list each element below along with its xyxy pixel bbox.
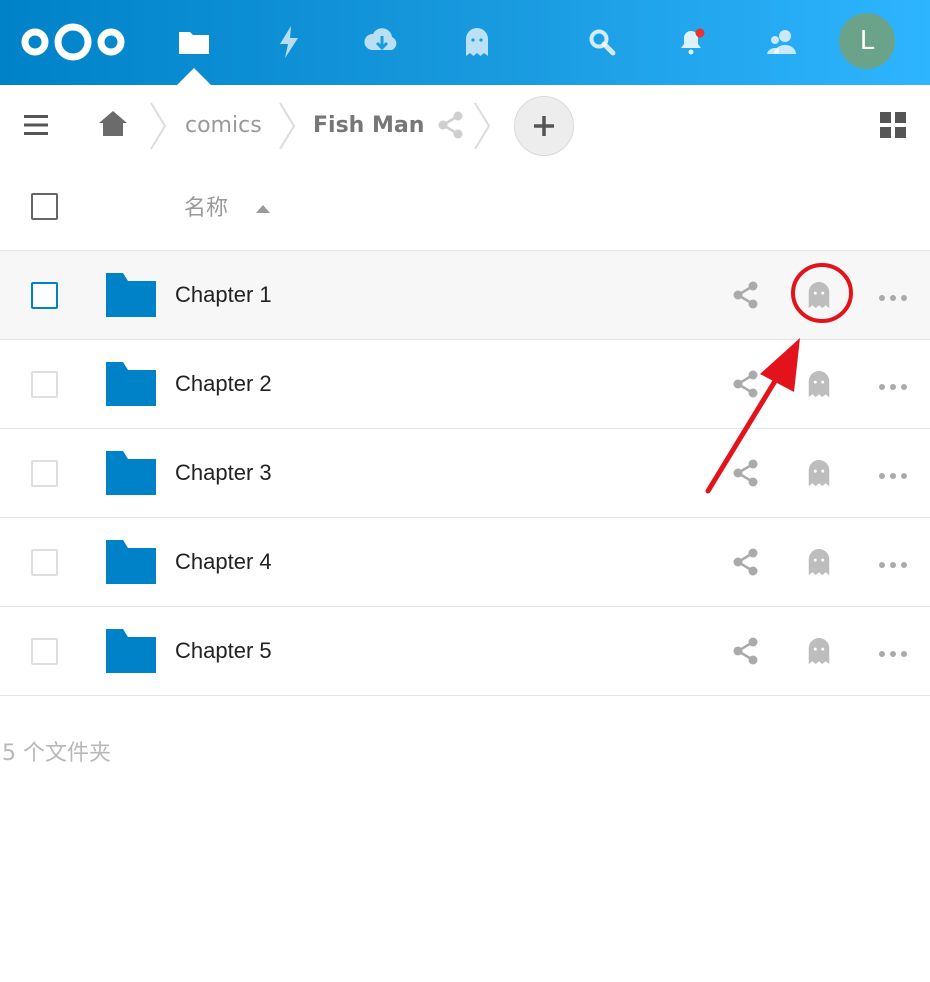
- annotation-circle: [791, 263, 853, 323]
- annotation-arrow-head: [760, 338, 800, 392]
- annotation-overlay: [705, 263, 853, 494]
- annotation-arrow-shaft: [705, 365, 786, 494]
